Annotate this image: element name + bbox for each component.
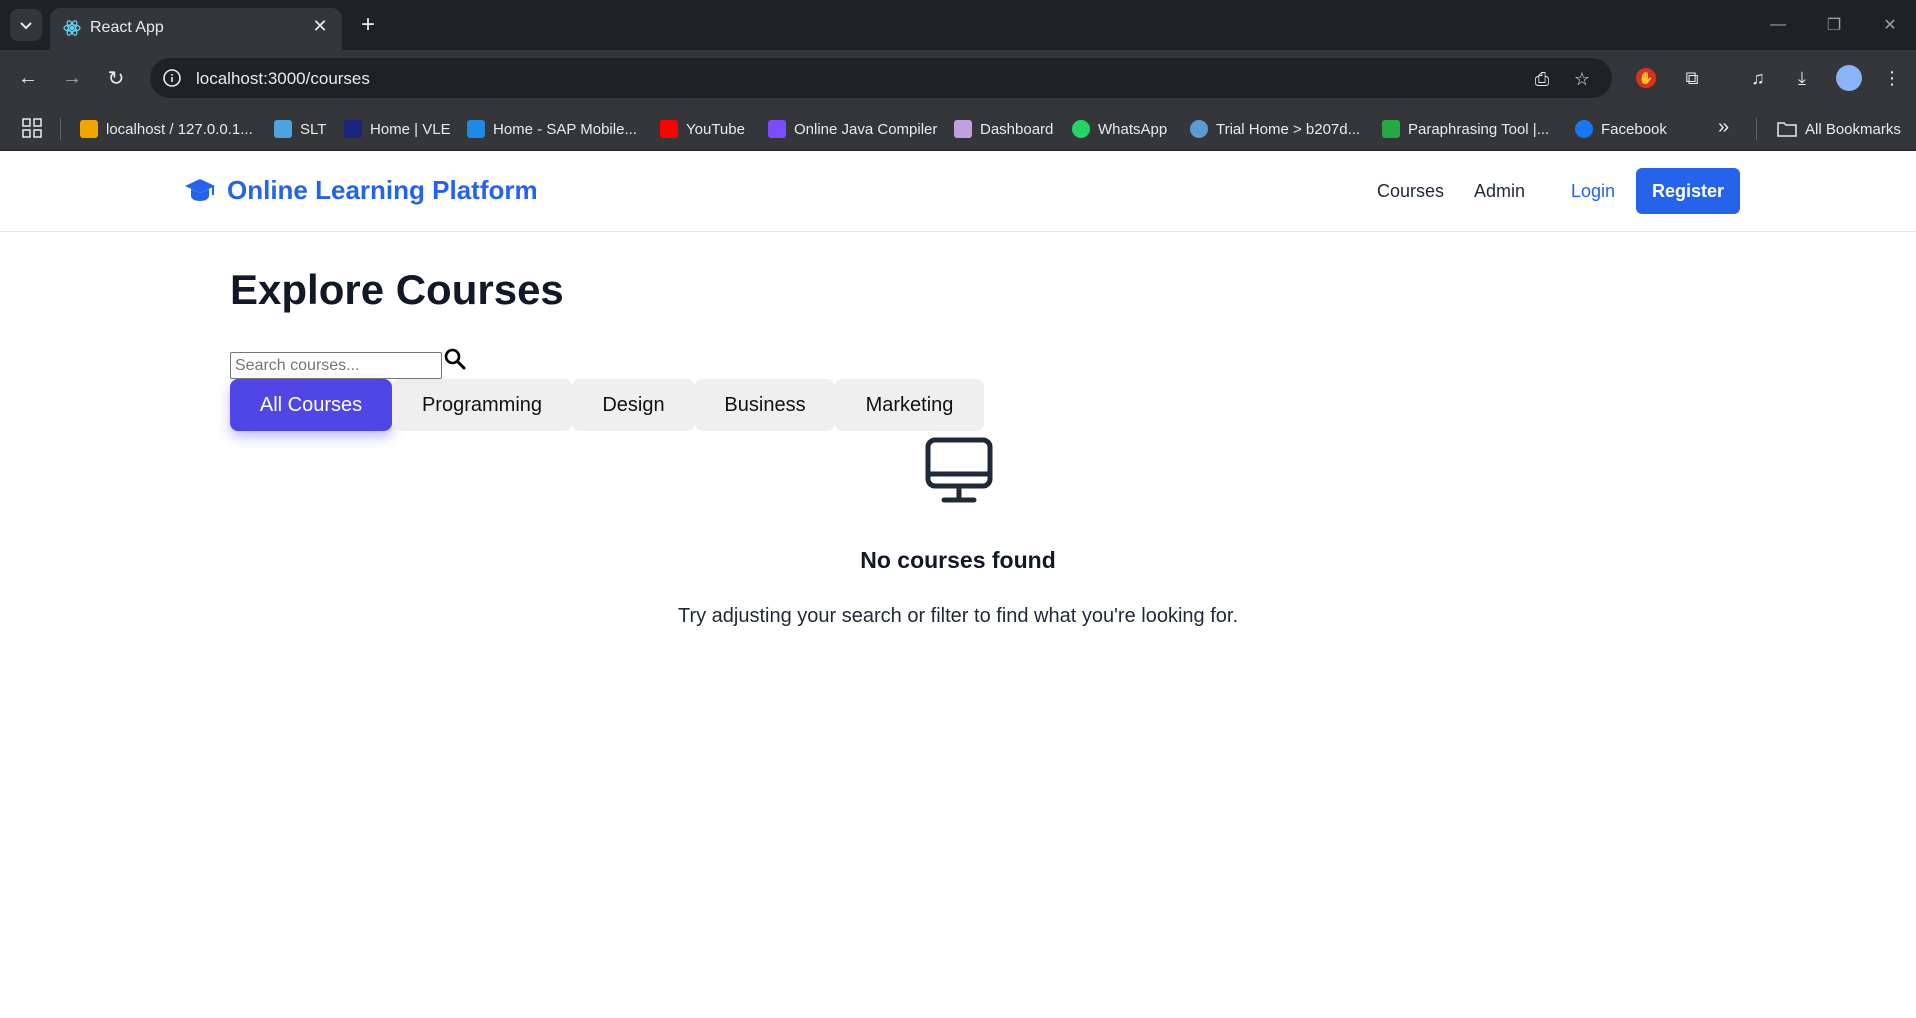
brand-link[interactable]: Online Learning Platform: [183, 173, 538, 207]
site-info-icon[interactable]: [162, 68, 182, 88]
bookmark-paraphrasing[interactable]: Paraphrasing Tool |...: [1382, 118, 1549, 140]
all-bookmarks[interactable]: All Bookmarks: [1777, 118, 1901, 140]
brand-name: Online Learning Platform: [227, 174, 538, 205]
minimize-icon[interactable]: —: [1760, 10, 1796, 40]
vle-icon: [344, 120, 362, 138]
paraphrase-icon: [1382, 120, 1400, 138]
filter-all-courses[interactable]: All Courses: [230, 379, 392, 431]
close-window-icon[interactable]: ✕: [1872, 10, 1908, 40]
bookmark-label: Paraphrasing Tool |...: [1408, 120, 1550, 138]
extensions-puzzle-icon[interactable]: ⧉: [1678, 64, 1706, 92]
tab-strip: React App ✕ + — ❐ ✕: [0, 0, 1916, 50]
active-tab[interactable]: React App ✕: [50, 8, 342, 50]
bookmark-label: Home | VLE: [370, 120, 451, 138]
bookmark-label: Home - SAP Mobile...: [493, 120, 637, 138]
cloud-icon: [1190, 120, 1208, 138]
search-input[interactable]: [230, 352, 442, 379]
bookmark-youtube[interactable]: YouTube: [660, 118, 745, 140]
bookmark-label: Online Java Compiler: [794, 120, 938, 138]
graduation-cap-icon: [185, 179, 215, 201]
bookmark-java-compiler[interactable]: Online Java Compiler: [768, 118, 937, 140]
dashboard-icon: [954, 120, 972, 138]
bookmark-trial-home[interactable]: Trial Home > b207d...: [1190, 118, 1360, 140]
new-tab-button[interactable]: +: [352, 9, 384, 41]
chevron-down-icon: [20, 22, 32, 30]
nav-admin-link[interactable]: Admin: [1474, 181, 1525, 202]
app-navbar: Online Learning Platform Courses Admin L…: [0, 151, 1916, 232]
youtube-icon: [660, 120, 678, 138]
tab-search-button[interactable]: [10, 9, 42, 41]
bookmark-label: Trial Home > b207d...: [1216, 120, 1361, 138]
monitor-icon: [925, 437, 993, 503]
bookmark-label: Facebook: [1601, 120, 1667, 138]
login-link[interactable]: Login: [1571, 181, 1615, 202]
filter-programming[interactable]: Programming: [392, 379, 572, 431]
bookmark-label: localhost / 127.0.0.1...: [106, 120, 253, 138]
bookmark-vle[interactable]: Home | VLE: [344, 118, 451, 140]
bookmark-label: WhatsApp: [1098, 120, 1168, 138]
slt-icon: [274, 120, 292, 138]
apps-grid-icon[interactable]: [20, 116, 44, 140]
bookmarks-overflow-icon[interactable]: »: [1718, 116, 1729, 139]
register-button[interactable]: Register: [1636, 168, 1740, 214]
back-icon[interactable]: ←: [12, 62, 44, 94]
tab-close-icon[interactable]: ✕: [308, 14, 332, 38]
browser-toolbar: ← → ↻ localhost:3000/courses ⎙ ☆ ✋ ⧉ ♫ ⤓…: [0, 50, 1916, 106]
tab-title: React App: [90, 19, 164, 36]
page-title: Explore Courses: [230, 266, 564, 313]
all-bookmarks-label: All Bookmarks: [1805, 120, 1901, 138]
media-controls-icon[interactable]: ♫: [1744, 64, 1772, 92]
install-app-icon[interactable]: ⎙: [1530, 67, 1554, 91]
whatsapp-icon: [1072, 120, 1090, 138]
bookmark-dashboard[interactable]: Dashboard: [954, 118, 1053, 140]
search-icon[interactable]: [443, 347, 467, 371]
empty-state-title: No courses found: [860, 547, 1056, 573]
bookmarks-bar: localhost / 127.0.0.1... SLT Home | VLE …: [0, 106, 1916, 151]
bookmarks-separator: [1756, 118, 1757, 140]
url-text: localhost:3000/courses: [196, 69, 370, 88]
bookmark-slt[interactable]: SLT: [274, 118, 326, 140]
page-content: Online Learning Platform Courses Admin L…: [0, 151, 1916, 1018]
bookmarks-separator: [60, 118, 61, 140]
browser-chrome: React App ✕ + — ❐ ✕ ← → ↻ localhost:3000…: [0, 0, 1916, 151]
filter-design[interactable]: Design: [572, 379, 695, 431]
bookmark-star-icon[interactable]: ☆: [1570, 67, 1594, 91]
bookmark-whatsapp[interactable]: WhatsApp: [1072, 118, 1167, 140]
filter-marketing[interactable]: Marketing: [835, 379, 984, 431]
bookmark-label: YouTube: [686, 120, 745, 138]
react-icon: [63, 20, 81, 36]
folder-icon: [1777, 122, 1797, 137]
facebook-icon: [1575, 120, 1593, 138]
sap-icon: [467, 120, 485, 138]
compiler-icon: [768, 120, 786, 138]
menu-kebab-icon[interactable]: ⋮: [1878, 64, 1906, 92]
restore-icon[interactable]: ❐: [1816, 10, 1852, 40]
reload-icon[interactable]: ↻: [100, 62, 132, 94]
address-bar[interactable]: localhost:3000/courses ⎙ ☆: [150, 58, 1612, 98]
bookmark-label: SLT: [300, 120, 327, 138]
downloads-icon[interactable]: ⤓: [1788, 64, 1816, 92]
bookmark-label: Dashboard: [980, 120, 1054, 138]
bookmark-localhost[interactable]: localhost / 127.0.0.1...: [80, 118, 253, 140]
forward-icon[interactable]: →: [56, 62, 88, 94]
bookmark-facebook[interactable]: Facebook: [1575, 118, 1667, 140]
filter-business[interactable]: Business: [695, 379, 835, 431]
phpmyadmin-icon: [80, 120, 98, 138]
extension-icon[interactable]: ✋: [1636, 68, 1656, 88]
nav-courses-link[interactable]: Courses: [1377, 181, 1444, 202]
profile-avatar[interactable]: [1836, 65, 1862, 91]
bookmark-sap[interactable]: Home - SAP Mobile...: [467, 118, 637, 140]
empty-state-text: Try adjusting your search or filter to f…: [677, 605, 1238, 627]
